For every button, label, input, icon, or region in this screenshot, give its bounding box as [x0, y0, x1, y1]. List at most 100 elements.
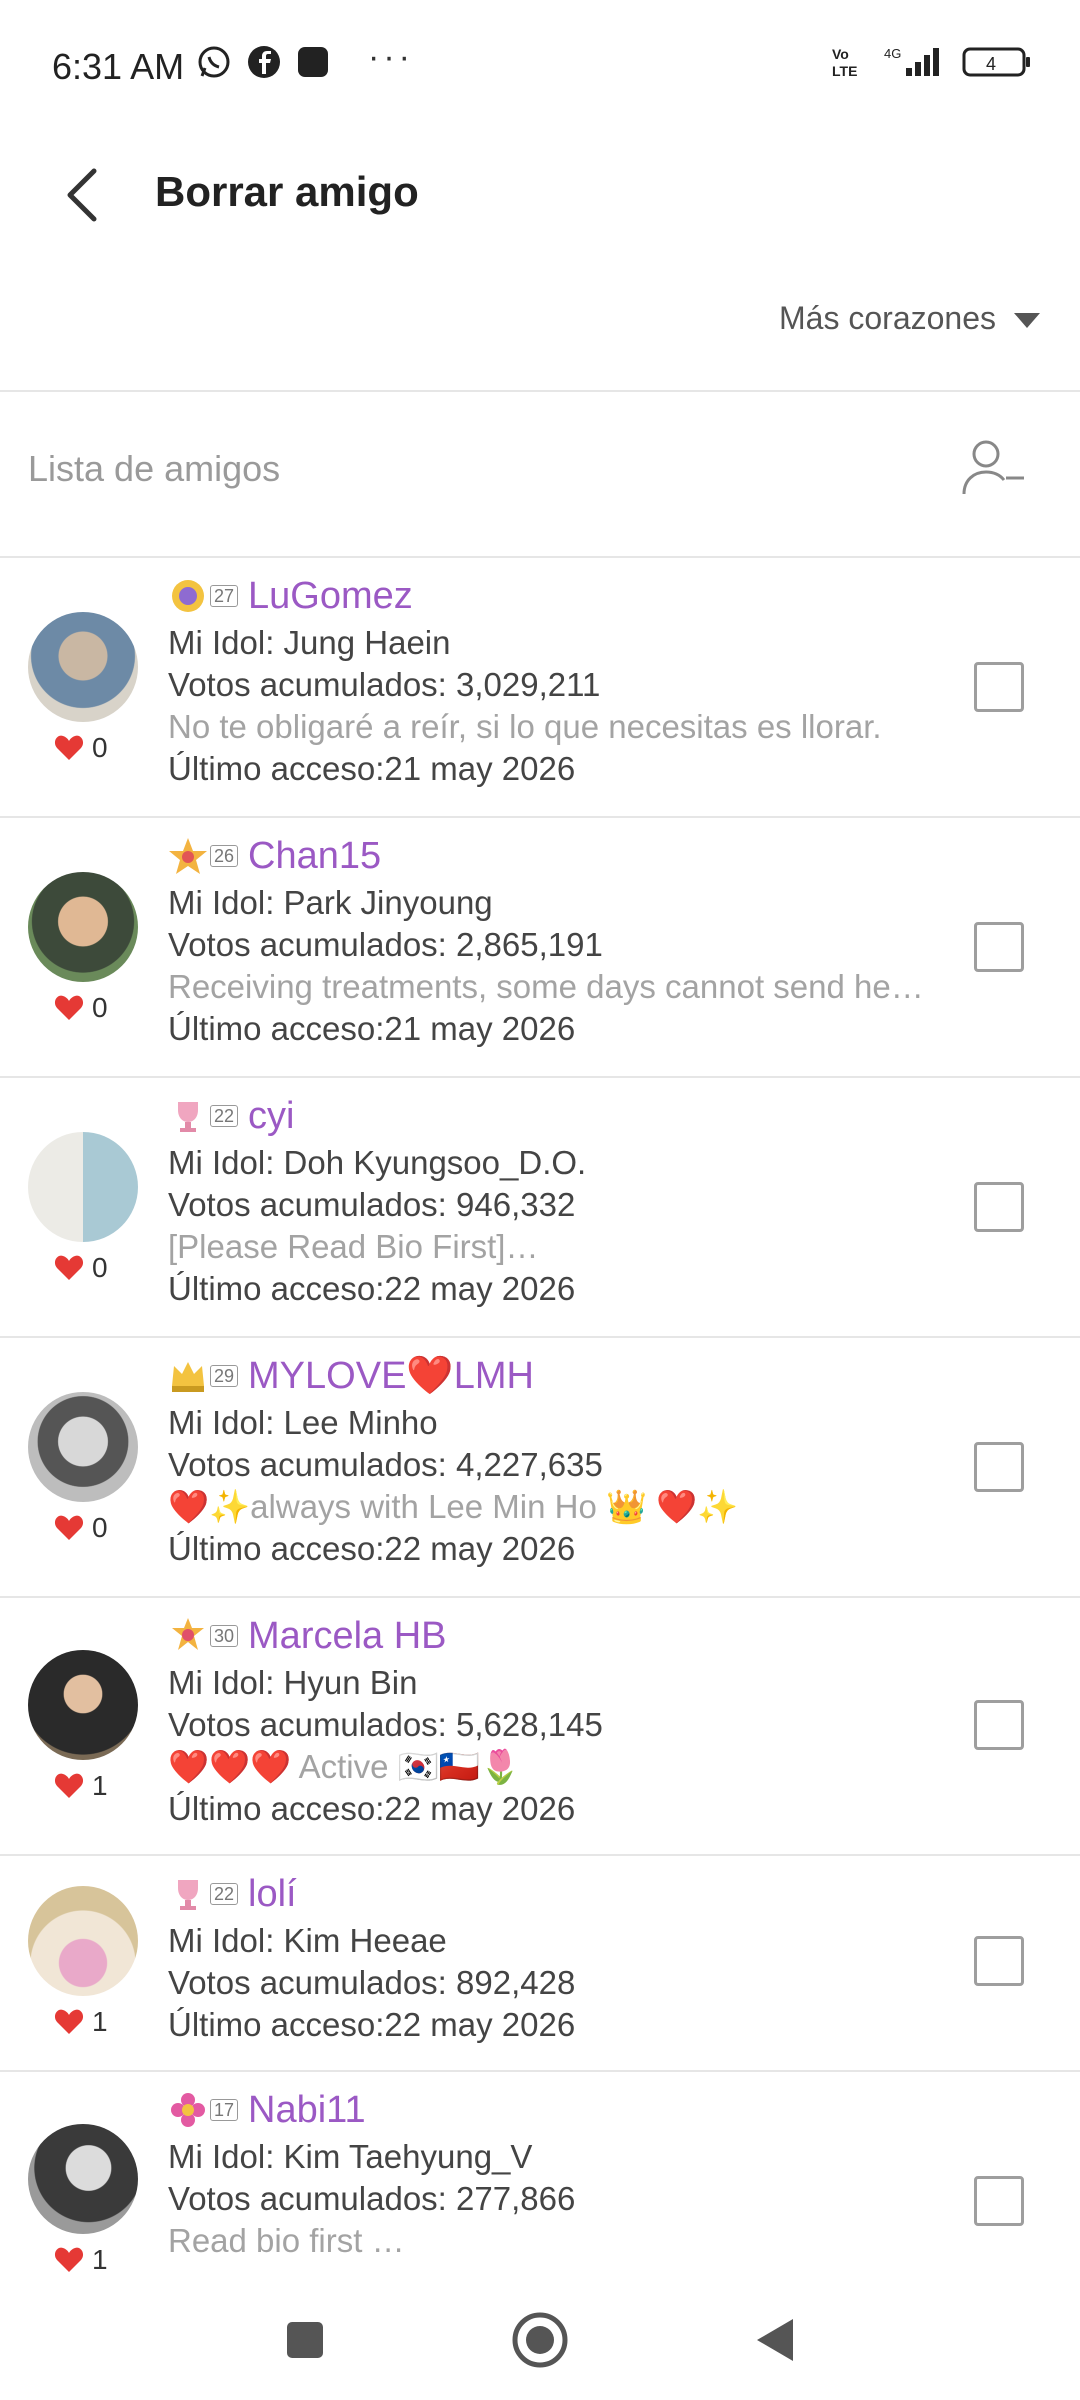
hearts-value: 1	[92, 2244, 108, 2275]
friend-row[interactable]: 1 22 lolí Mi Idol: Kim Heeae Votos acumu…	[0, 1856, 1080, 2072]
avatar[interactable]	[28, 1886, 138, 1996]
friend-row[interactable]: 0 29 MYLOVE❤️LMH Mi Idol: Lee Minho Voto…	[0, 1338, 1080, 1598]
home-button[interactable]	[510, 2310, 570, 2370]
trophy-badge-icon	[178, 1880, 198, 1910]
remove-user-icon	[962, 440, 1024, 495]
level-badge: 22	[168, 1096, 239, 1136]
level-badge: 27	[168, 576, 239, 616]
friend-name: Nabi11	[248, 2088, 366, 2131]
avatar[interactable]	[28, 872, 138, 982]
hearts-value: 1	[92, 2006, 108, 2037]
flower-badge-icon	[171, 2093, 205, 2127]
select-checkbox[interactable]	[974, 662, 1024, 712]
friend-row[interactable]: 0 26 Chan15 Mi Idol: Park Jinyoung Votos…	[0, 818, 1080, 1078]
friend-info: 27 LuGomez Mi Idol: Jung Haein Votos acu…	[168, 570, 960, 790]
hearts-count: 0	[54, 732, 108, 764]
hearts-count: 1	[54, 2244, 108, 2276]
hearts-count: 1	[54, 1770, 108, 1802]
friend-idol: Mi Idol: Jung Haein	[168, 624, 451, 661]
friend-row[interactable]: 1 17 Nabi11 Mi Idol: Kim Taehyung_V Voto…	[0, 2072, 1080, 2275]
select-checkbox[interactable]	[974, 1936, 1024, 1986]
svg-text:Vo: Vo	[832, 46, 849, 62]
battery-icon: 4	[962, 44, 1032, 80]
friend-name: MYLOVE❤️LMH	[248, 1355, 534, 1397]
hearts-count: 0	[54, 992, 108, 1024]
avatar[interactable]	[28, 1392, 138, 1502]
level-value: 22	[210, 1105, 239, 1127]
friend-row[interactable]: 1 30 Marcela HB Mi Idol: Hyun Bin Votos …	[0, 1598, 1080, 1856]
system-nav-bar	[0, 2280, 1080, 2400]
avatar[interactable]	[28, 1650, 138, 1760]
friends-list-label: Lista de amigos	[28, 448, 281, 489]
crown-badge-icon	[172, 580, 204, 612]
back-nav-button[interactable]	[745, 2310, 805, 2370]
friend-info: 17 Nabi11 Mi Idol: Kim Taehyung_V Votos …	[168, 2084, 960, 2262]
page-title: Borrar amigo	[155, 168, 419, 215]
friend-idol: Mi Idol: Park Jinyoung	[168, 884, 493, 921]
back-button[interactable]	[52, 160, 112, 230]
back-arrow-icon	[67, 168, 97, 222]
friend-votes: Votos acumulados: 4,227,635	[168, 1446, 603, 1483]
friends-list: 0 27 LuGomez Mi Idol: Jung Haein Votos a…	[0, 558, 1080, 2275]
avatar[interactable]	[28, 2124, 138, 2234]
friend-name: cyi	[248, 1094, 295, 1137]
friend-info: 22 lolí Mi Idol: Kim Heeae Votos acumula…	[168, 1868, 960, 2046]
recent-apps-button[interactable]	[275, 2310, 335, 2370]
level-value: 17	[210, 2099, 239, 2121]
friend-idol: Mi Idol: Kim Heeae	[168, 1922, 447, 1959]
friend-name: lolí	[248, 1872, 297, 1915]
star-badge-icon	[169, 838, 207, 874]
svg-text:LTE: LTE	[832, 63, 857, 79]
friend-row[interactable]: 0 27 LuGomez Mi Idol: Jung Haein Votos a…	[0, 558, 1080, 818]
avatar[interactable]	[28, 1132, 138, 1242]
select-checkbox[interactable]	[974, 2176, 1024, 2226]
heart-icon	[54, 995, 84, 1020]
svg-text:4: 4	[986, 54, 996, 74]
friend-votes: Votos acumulados: 892,428	[168, 1964, 576, 2001]
friend-name: Marcela HB	[248, 1614, 447, 1657]
trophy-badge-icon	[178, 1102, 198, 1132]
friend-votes: Votos acumulados: 946,332	[168, 1186, 576, 1223]
avatar[interactable]	[28, 612, 138, 722]
heart-icon	[54, 2247, 84, 2272]
triangle-back-icon	[757, 2319, 793, 2361]
hearts-value: 0	[92, 992, 108, 1023]
friend-last-access: Último acceso:21 may 2026	[168, 1010, 576, 1047]
status-time: 6:31 AM	[52, 46, 185, 87]
friend-last-access: Último acceso:22 may 2026	[168, 1270, 576, 1307]
friend-votes: Votos acumulados: 5,628,145	[168, 1706, 603, 1743]
friend-last-access: Último acceso:22 may 2026	[168, 1530, 576, 1567]
select-checkbox[interactable]	[974, 1442, 1024, 1492]
remove-friend-button[interactable]	[960, 432, 1030, 502]
svg-text:4G: 4G	[884, 46, 901, 61]
level-badge: 30	[168, 1616, 239, 1656]
square-icon	[287, 2322, 323, 2358]
select-checkbox[interactable]	[974, 922, 1024, 972]
heart-icon	[54, 2009, 84, 2034]
level-value: 30	[210, 1625, 239, 1647]
level-badge: 22	[168, 1874, 239, 1914]
friend-bio: ❤️❤️❤️ Active 🇰🇷🇨🇱🌷	[168, 1748, 521, 1785]
hearts-value: 1	[92, 1770, 108, 1801]
friend-last-access: Último acceso:22 may 2026	[168, 2006, 576, 2043]
volte-icon: Vo LTE	[830, 44, 866, 80]
friend-votes: Votos acumulados: 2,865,191	[168, 926, 603, 963]
friend-row[interactable]: 0 22 cyi Mi Idol: Doh Kyungsoo_D.O. Voto…	[0, 1078, 1080, 1338]
hearts-count: 0	[54, 1512, 108, 1544]
select-checkbox[interactable]	[974, 1182, 1024, 1232]
friends-list-header: Lista de amigos	[0, 392, 1080, 557]
hearts-count: 1	[54, 2006, 108, 2038]
sort-dropdown[interactable]: Más corazones	[779, 300, 1040, 337]
level-badge: 26	[168, 836, 239, 876]
notification-icons: ···	[196, 38, 414, 80]
hearts-value: 0	[92, 1512, 108, 1543]
friend-last-access: Último acceso:21 may 2026	[168, 750, 576, 787]
friend-info: 30 Marcela HB Mi Idol: Hyun Bin Votos ac…	[168, 1610, 960, 1830]
friend-bio: [Please Read Bio First]…	[168, 1228, 539, 1265]
system-icons: Vo LTE 4G 4	[830, 44, 1032, 80]
home-circle-icon	[512, 2312, 568, 2368]
friend-bio: No te obligaré a reír, si lo que necesit…	[168, 708, 882, 745]
hearts-count: 0	[54, 1252, 108, 1284]
signal-icon: 4G	[882, 44, 946, 80]
select-checkbox[interactable]	[974, 1700, 1024, 1750]
